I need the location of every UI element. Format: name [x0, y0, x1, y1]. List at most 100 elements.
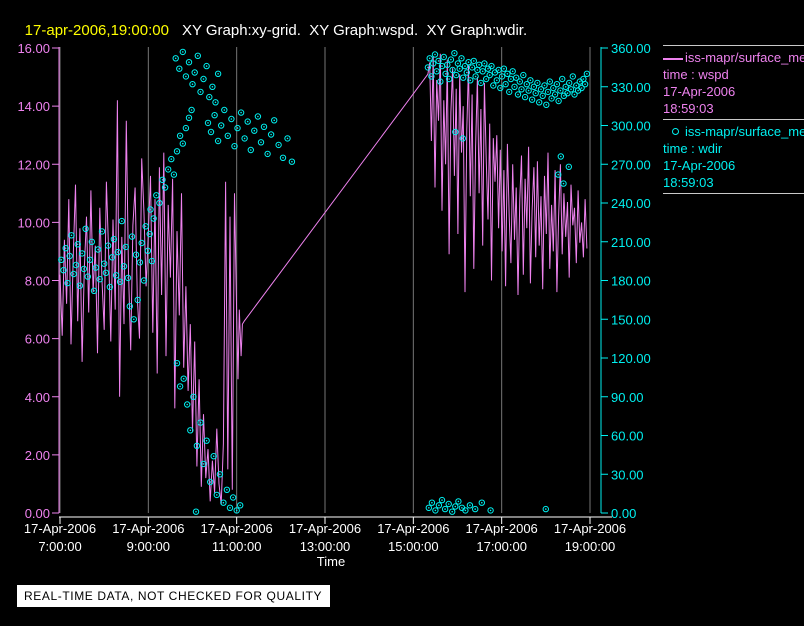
wdir-marker-dot	[545, 508, 547, 510]
wdir-marker-dot	[135, 253, 137, 256]
wdir-marker-dot	[490, 65, 493, 67]
wdir-marker-dot	[131, 235, 133, 238]
wdir-marker-dot	[263, 126, 265, 128]
wdir-marker-dot	[75, 264, 77, 266]
wdir-marker-dot	[253, 129, 256, 132]
wdir-marker-dot	[273, 119, 276, 122]
legend-source: iss-mapr/surface_met	[685, 50, 804, 65]
wdir-marker-dot	[213, 114, 216, 116]
wdir-marker-dot	[557, 100, 560, 102]
wdir-marker-dot	[483, 62, 486, 65]
wdir-marker-dot	[543, 84, 546, 87]
wdir-marker-dot	[202, 463, 205, 465]
wdir-marker-dot	[97, 248, 99, 251]
wdir-marker-dot	[205, 439, 208, 442]
wdir-marker-dot	[62, 269, 65, 272]
wspd-line	[59, 53, 588, 505]
wdir-marker-dot	[185, 127, 187, 129]
right-axis-tick-label: 330.00	[611, 80, 651, 95]
right-axis-tick-label: 240.00	[611, 196, 651, 211]
wdir-marker-dot	[186, 403, 188, 406]
wdir-marker-dot	[99, 278, 101, 281]
wdir-marker-dot	[174, 57, 177, 60]
wdir-marker-dot	[572, 75, 574, 78]
wdir-marker-dot	[209, 481, 211, 483]
wdir-marker-dot	[557, 173, 559, 176]
right-axis-tick-label: 270.00	[611, 157, 651, 172]
right-axis-tick-label: 30.00	[611, 467, 644, 482]
left-axis-tick-label: 16.00	[17, 41, 50, 56]
wdir-marker-dot	[147, 250, 149, 252]
wdir-marker-dot	[464, 65, 466, 67]
right-axis-tick-label: 210.00	[611, 235, 651, 250]
wdir-marker-dot	[458, 67, 461, 70]
wdir-marker-dot	[474, 508, 477, 510]
wdir-marker-dot	[488, 74, 491, 76]
wdir-marker-dot	[214, 101, 217, 104]
left-axis-tick-label: 12.00	[17, 157, 50, 172]
wdir-marker-dot	[453, 52, 456, 54]
x-axis-date-label: 17-Apr-2006	[201, 521, 273, 536]
legend-source: iss-mapr/surface_met	[685, 124, 804, 139]
wdir-marker-dot	[568, 166, 570, 168]
wdir-marker-dot	[481, 70, 484, 73]
wdir-marker-dot	[457, 62, 459, 65]
x-axis-date-label: 17-Apr-2006	[289, 521, 361, 536]
wdir-marker-dot	[444, 73, 447, 75]
wdir-marker-dot	[151, 260, 153, 262]
right-axis-tick-label: 360.00	[611, 41, 651, 56]
wdir-marker-dot	[257, 115, 259, 118]
x-axis-date-label: 17-Apr-2006	[112, 521, 184, 536]
wdir-marker-dot	[451, 69, 454, 71]
right-axis-tick-label: 150.00	[611, 312, 651, 327]
wdir-marker-dot	[155, 194, 158, 197]
wdir-marker-dot	[541, 95, 544, 97]
wdir-marker-dot	[240, 111, 242, 114]
wdir-marker-dot	[117, 251, 119, 253]
wdir-marker-dot	[559, 89, 562, 92]
wdir-marker-dot	[570, 88, 572, 91]
wdir-marker-dot	[496, 79, 498, 82]
wdir-marker-dot	[487, 67, 489, 70]
wdir-marker-dot	[582, 78, 585, 80]
wdir-marker-dot	[432, 62, 435, 65]
wdir-marker-dot	[510, 78, 512, 80]
wdir-marker-dot	[441, 499, 443, 501]
wdir-marker-dot	[573, 93, 576, 96]
wdir-marker-dot	[427, 66, 429, 69]
wdir-marker-dot	[64, 247, 67, 249]
wdir-marker-dot	[152, 217, 155, 220]
right-axis-tick-label: 300.00	[611, 119, 651, 134]
wdir-marker-dot	[190, 109, 193, 111]
wdir-marker-dot	[103, 262, 105, 265]
wdir-marker-dot	[529, 79, 532, 82]
legend-source-row: iss-mapr/surface_met	[663, 123, 804, 140]
wdir-marker-dot	[164, 186, 166, 189]
wdir-marker-dot	[216, 494, 218, 496]
wdir-marker-dot	[89, 259, 91, 261]
wdir-marker-dot	[562, 182, 565, 185]
wdir-marker-dot	[531, 98, 533, 101]
wdir-marker-dot	[444, 508, 446, 510]
wdir-marker-dot	[188, 117, 190, 119]
wdir-marker-dot	[123, 265, 125, 268]
wdir-marker-dot	[450, 58, 452, 61]
wdir-marker-dot	[217, 140, 219, 142]
wdir-marker-dot	[176, 362, 178, 365]
wdir-marker-dot	[552, 87, 555, 89]
wdir-marker-dot	[229, 507, 231, 509]
wdir-marker-dot	[497, 69, 500, 71]
wdir-marker-dot	[84, 228, 87, 230]
wdir-marker-dot	[72, 273, 75, 275]
wdir-marker-dot	[179, 385, 181, 388]
wdir-marker-dot	[478, 64, 480, 66]
wdir-marker-dot	[182, 377, 185, 380]
wdir-marker-dot	[501, 75, 503, 78]
wdir-marker-dot	[170, 158, 173, 160]
wdir-marker-dot	[441, 65, 443, 67]
left-axis-tick-label: 6.00	[25, 332, 50, 347]
wdir-marker-dot	[522, 74, 525, 76]
wdir-marker-dot	[513, 86, 516, 88]
wdir-marker-dot	[161, 179, 164, 181]
wdir-marker-dot	[139, 261, 141, 264]
